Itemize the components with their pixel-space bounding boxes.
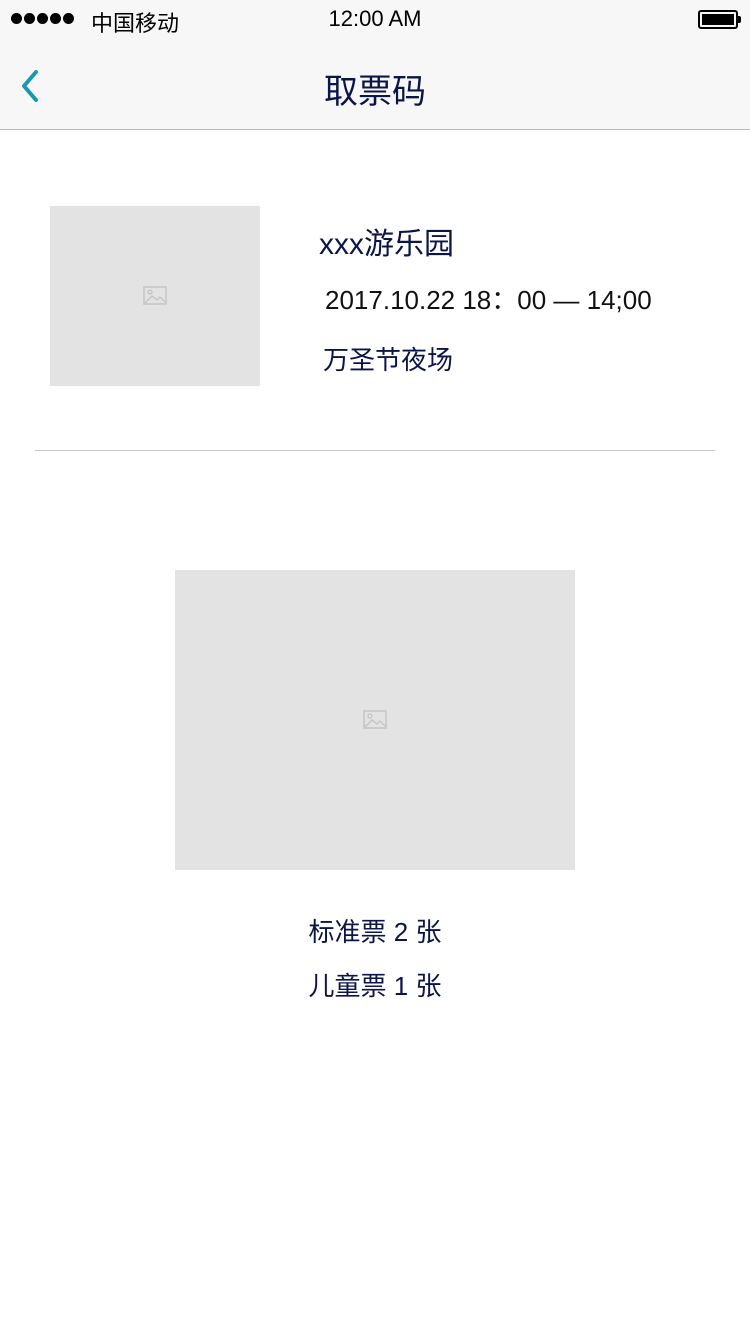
status-time: 12:00 AM xyxy=(328,6,422,31)
ticket-code-image xyxy=(175,570,575,870)
event-name: xxx游乐园 xyxy=(319,228,454,261)
divider xyxy=(35,450,715,451)
event-datetime: 2017.10.22 18：00 — 14;00 xyxy=(325,285,652,315)
status-bar: 中国移动 12:00 AM xyxy=(0,0,750,40)
battery-icon xyxy=(698,10,741,29)
ticket-list: 标准票 2 张 儿童票 1 张 xyxy=(0,913,750,1021)
ticket-standard: 标准票 2 张 xyxy=(308,917,442,947)
navigation-bar: 取票码 xyxy=(0,40,750,130)
image-placeholder-icon xyxy=(143,286,167,305)
event-thumbnail xyxy=(50,206,260,386)
page-title: 取票码 xyxy=(324,73,426,111)
image-placeholder-icon xyxy=(363,710,387,729)
screen: 中国移动 12:00 AM 取票码 xxx游乐园 2017.10.22 18：0… xyxy=(0,0,750,1334)
ticket-child: 儿童票 1 张 xyxy=(308,971,442,1001)
event-session: 万圣节夜场 xyxy=(323,345,454,375)
